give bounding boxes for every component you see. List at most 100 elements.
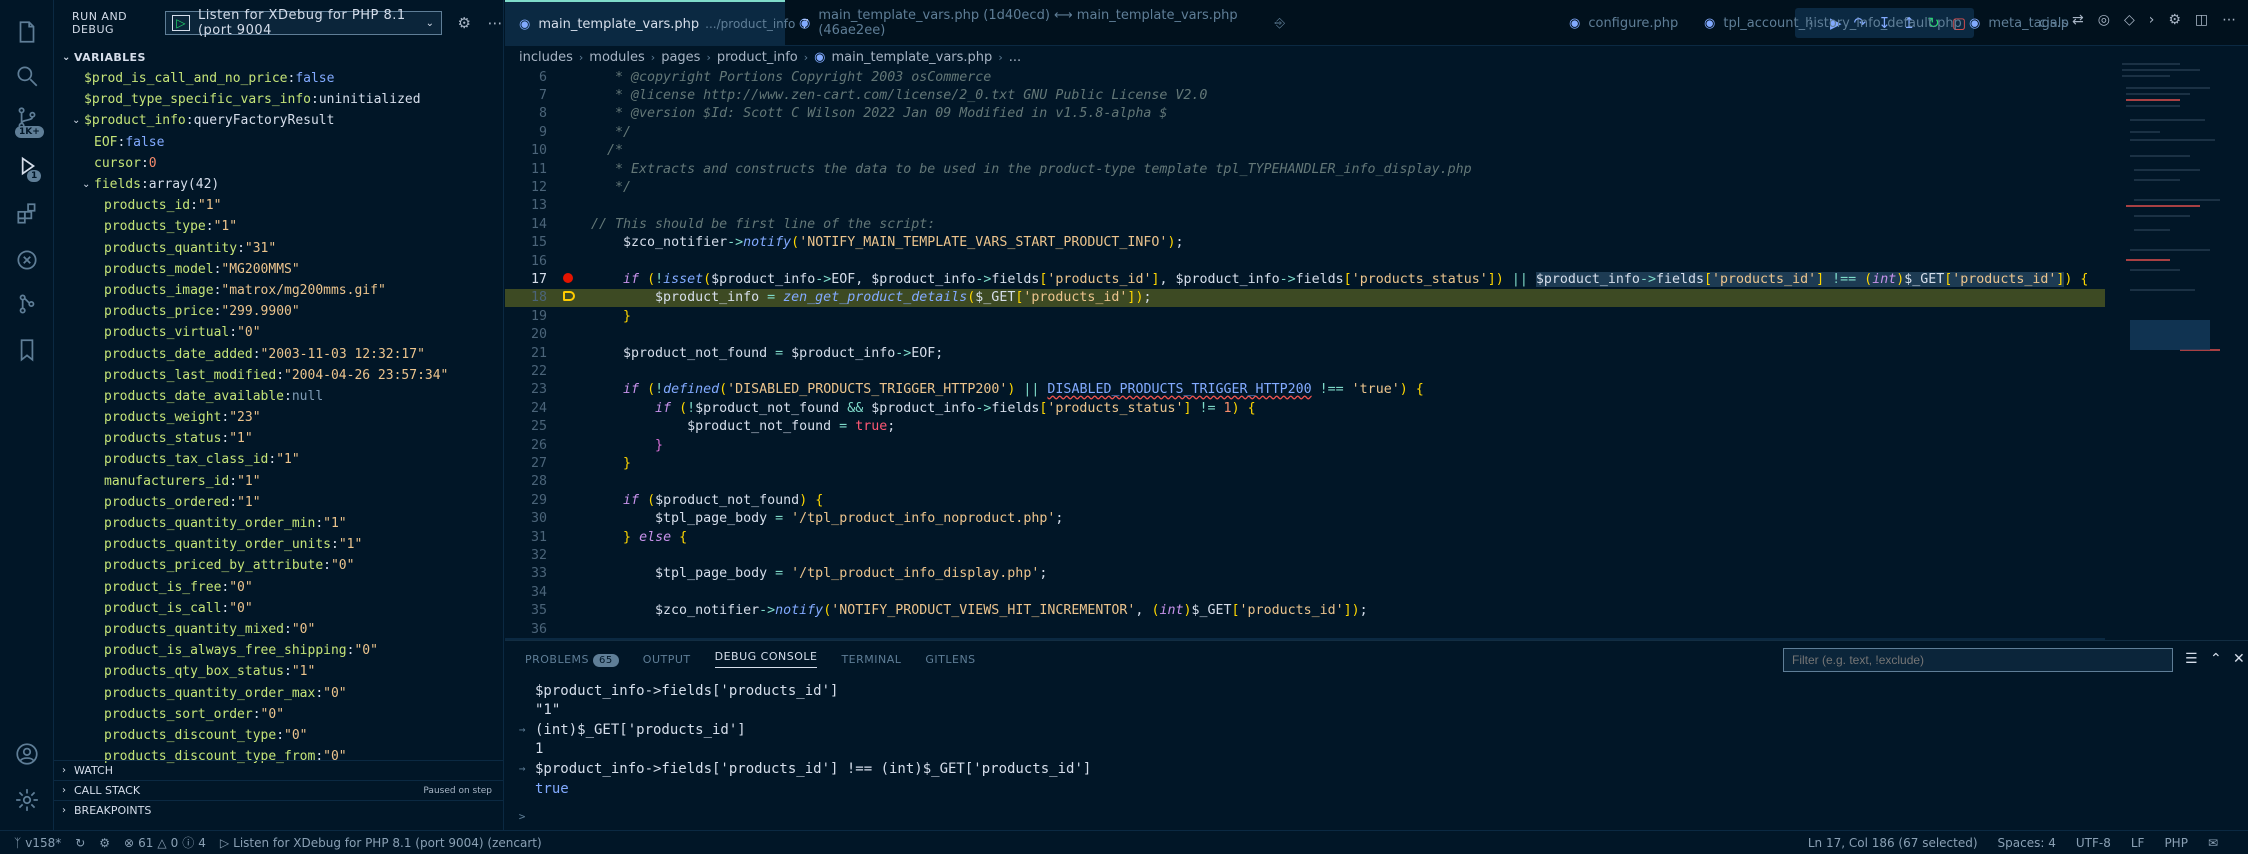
variable-row[interactable]: products_tax_class_id: "1": [54, 449, 503, 470]
variable-row[interactable]: products_id: "1": [54, 195, 503, 216]
breakpoint-icon[interactable]: [563, 273, 573, 284]
status-cursor[interactable]: Ln 17, Col 186 (67 selected): [1808, 836, 1978, 850]
split-editor-icon[interactable]: ◫: [2195, 12, 2208, 28]
variable-row[interactable]: cursor: 0: [54, 153, 503, 174]
status-branch[interactable]: ᛉ v158*: [14, 836, 61, 850]
variable-row[interactable]: product_is_call: "0": [54, 598, 503, 619]
status-problems[interactable]: ⊗ 61 △ 0 ⓘ 4: [124, 834, 206, 851]
variable-row[interactable]: products_qty_box_status: "1": [54, 661, 503, 682]
debug-status-icon[interactable]: ⚙: [99, 836, 110, 850]
variable-name: products_price: [104, 304, 214, 320]
gear-icon[interactable]: ⚙: [458, 14, 472, 32]
variable-row[interactable]: product_is_always_free_shipping: "0": [54, 640, 503, 661]
explorer-icon[interactable]: [13, 18, 41, 46]
variable-row[interactable]: products_date_added: "2003-11-03 12:32:1…: [54, 343, 503, 364]
status-eol[interactable]: LF: [2131, 836, 2145, 850]
tab-main-template-vars[interactable]: ◉ main_template_vars.php .../product_inf…: [505, 0, 809, 46]
variable-row[interactable]: product_is_free: "0": [54, 577, 503, 598]
variable-row[interactable]: $prod_type_specific_vars_info: uninitial…: [54, 89, 503, 110]
status-encoding[interactable]: UTF-8: [2076, 836, 2111, 850]
variable-row[interactable]: products_status: "1": [54, 428, 503, 449]
breadcrumb-item[interactable]: includes: [519, 50, 573, 65]
breadcrumb-item[interactable]: modules: [589, 50, 645, 65]
tab-label: tpl_account_history_info_default.php: [1723, 15, 1962, 31]
tab-debug-console[interactable]: DEBUG CONSOLE: [714, 650, 818, 668]
tab-problems[interactable]: PROBLEMS 65: [525, 653, 619, 667]
variable-row[interactable]: products_model: "MG200MMS": [54, 259, 503, 280]
console-filter-input[interactable]: [1783, 648, 2173, 672]
timeline-icon[interactable]: ◎: [2098, 12, 2110, 28]
debug-config-select[interactable]: ▷ Listen for XDebug for PHP 8.1 (port 90…: [165, 8, 442, 38]
minimap[interactable]: [2120, 60, 2230, 390]
account-icon[interactable]: [13, 740, 41, 768]
breadcrumb-item[interactable]: pages: [661, 50, 700, 65]
variable-row[interactable]: products_last_modified: "2004-04-26 23:5…: [54, 365, 503, 386]
variable-row[interactable]: products_priced_by_attribute: "0": [54, 555, 503, 576]
tab-gitlens[interactable]: GITLENS: [925, 653, 975, 666]
variable-row[interactable]: products_quantity: "31": [54, 238, 503, 259]
variable-row[interactable]: products_date_available: null: [54, 386, 503, 407]
tab-account-history[interactable]: ◉ tpl_account_history_info_default.php: [1690, 0, 1962, 46]
status-indentation[interactable]: Spaces: 4: [1998, 836, 2056, 850]
open-changes-icon[interactable]: ◇: [2124, 12, 2135, 28]
breakpoints-section-header[interactable]: › BREAKPOINTS: [54, 800, 504, 820]
code-editor[interactable]: 6 * @copyright Portions Copyright 2003 o…: [505, 68, 2105, 640]
line-number: 29: [530, 492, 547, 508]
console-prompt[interactable]: >: [509, 807, 535, 826]
variable-row[interactable]: products_weight: "23": [54, 407, 503, 428]
tab-configure[interactable]: ◉ configure.php: [1555, 0, 1685, 46]
variable-row[interactable]: products_quantity_order_max: "0": [54, 682, 503, 703]
watch-section-header[interactable]: › WATCH: [54, 760, 504, 780]
tab-terminal[interactable]: TERMINAL: [841, 653, 901, 666]
breadcrumb-item[interactable]: product_info: [717, 50, 798, 65]
bookmarks-icon[interactable]: [13, 336, 41, 364]
forward-icon[interactable]: ›: [2149, 12, 2155, 28]
settings-gear-icon[interactable]: [13, 786, 41, 814]
variable-row[interactable]: products_quantity_order_units: "1": [54, 534, 503, 555]
search-icon[interactable]: [13, 62, 41, 90]
variable-value: "1": [237, 494, 261, 510]
chevron-down-icon[interactable]: ⌄: [72, 115, 84, 126]
tab-label: main_template_vars.php: [538, 16, 700, 32]
variable-row[interactable]: products_quantity_order_min: "1": [54, 513, 503, 534]
variable-row[interactable]: products_sort_order: "0": [54, 704, 503, 725]
variable-row[interactable]: manufacturers_id: "1": [54, 471, 503, 492]
variable-row[interactable]: $prod_is_call_and_no_price: false: [54, 68, 503, 89]
more-icon[interactable]: ⋯: [2222, 12, 2236, 28]
variable-row[interactable]: products_virtual: "0": [54, 322, 503, 343]
tab-diff[interactable]: ◉ main_template_vars.php (1d40ecd) ⟷ mai…: [785, 0, 1285, 46]
status-debug-config[interactable]: ▷ Listen for XDebug for PHP 8.1 (port 900…: [220, 836, 542, 850]
gitlens-icon[interactable]: [13, 290, 41, 318]
more-actions-icon[interactable]: ⋯: [488, 14, 504, 32]
compare-icon[interactable]: ⇄: [2072, 12, 2084, 28]
maximize-panel-icon[interactable]: ⌃: [2210, 651, 2222, 667]
variable-value: 0: [148, 155, 157, 171]
breadcrumb-item[interactable]: ...: [1009, 50, 1021, 65]
variable-row[interactable]: products_ordered: "1": [54, 492, 503, 513]
tab-output[interactable]: OUTPUT: [643, 653, 691, 666]
clear-console-icon[interactable]: ☰: [2185, 651, 2198, 667]
variable-row[interactable]: products_image: "matrox/mg200mms.gif": [54, 280, 503, 301]
variable-row[interactable]: ⌄ $product_info: queryFactoryResult: [54, 110, 503, 131]
extensions-icon[interactable]: [13, 200, 41, 228]
variable-row[interactable]: EOF: false: [54, 132, 503, 153]
breadcrumb-item[interactable]: main_template_vars.php: [831, 50, 992, 65]
chevron-down-icon[interactable]: ⌄: [82, 179, 94, 190]
start-debug-icon[interactable]: ▷: [172, 15, 190, 31]
variable-row[interactable]: ⌄ fields: array(42): [54, 174, 503, 195]
sync-icon[interactable]: ↻: [75, 836, 85, 850]
variables-section-header[interactable]: ⌄ VARIABLES: [54, 46, 503, 68]
tab-meta-tags[interactable]: ◉ meta_tags.php: [1955, 0, 2070, 46]
close-panel-icon[interactable]: ✕: [2233, 651, 2245, 667]
remote-explorer-icon[interactable]: [13, 246, 41, 274]
notifications-bell-icon[interactable]: ✉: [2208, 836, 2218, 850]
variable-row[interactable]: products_price: "299.9900": [54, 301, 503, 322]
source-control-icon[interactable]: 1K+: [13, 104, 44, 138]
settings-icon[interactable]: ⚙: [2168, 12, 2181, 28]
variable-row[interactable]: products_discount_type: "0": [54, 725, 503, 746]
run-debug-icon[interactable]: 1: [13, 152, 42, 182]
call-stack-section-header[interactable]: › CALL STACK Paused on step: [54, 780, 504, 800]
status-language[interactable]: PHP: [2164, 836, 2188, 850]
variable-row[interactable]: products_quantity_mixed: "0": [54, 619, 503, 640]
variable-row[interactable]: products_type: "1": [54, 216, 503, 237]
